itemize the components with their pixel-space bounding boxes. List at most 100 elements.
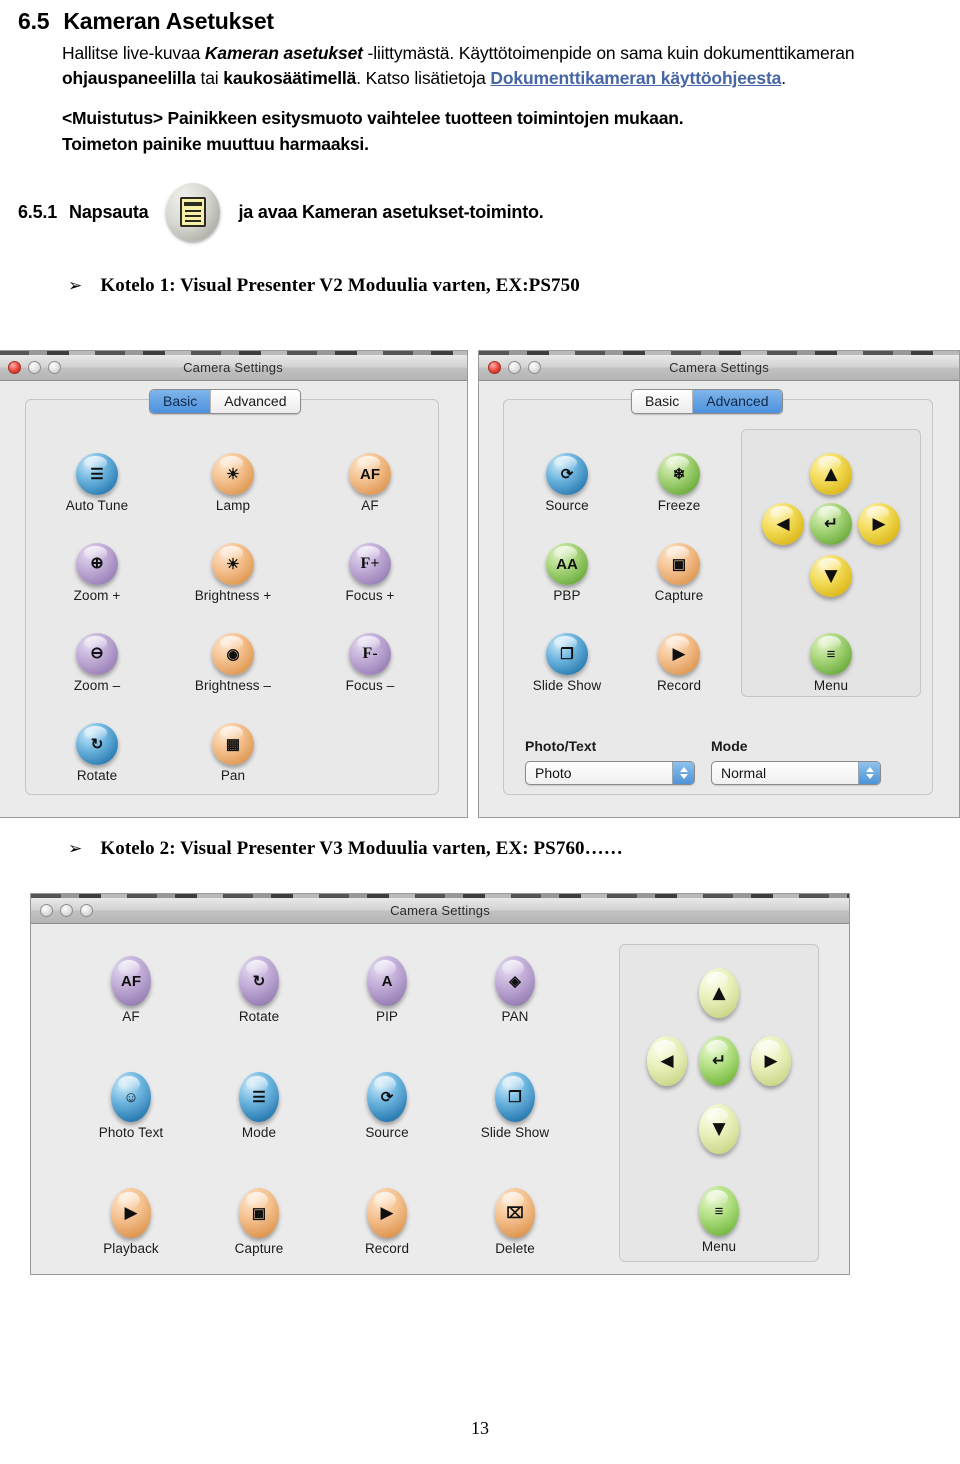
para-text-5: . xyxy=(781,68,786,88)
page-number: 13 xyxy=(471,1418,489,1438)
button-record[interactable]: ▶ Record xyxy=(327,1188,447,1256)
stepper-arrows-icon[interactable] xyxy=(858,762,880,784)
button-label: Auto Tune xyxy=(65,498,129,513)
button-menu[interactable]: ≡ Menu xyxy=(673,1186,765,1254)
capture-icon: ▣ xyxy=(658,543,700,585)
button-brightness-up[interactable]: ☀ Brightness + xyxy=(187,543,279,603)
window-titlebar[interactable]: Camera Settings xyxy=(0,355,467,381)
window-titlebar[interactable]: Camera Settings xyxy=(31,898,849,924)
focus-minus-icon: F- xyxy=(349,633,391,675)
tab-advanced[interactable]: Advanced xyxy=(692,390,782,413)
af-icon: AF xyxy=(349,453,391,495)
photo-text-label: Photo/Text xyxy=(525,738,597,754)
tab-advanced[interactable]: Advanced xyxy=(210,390,300,413)
tab-basic[interactable]: Basic xyxy=(632,390,693,413)
stepper-arrows-icon[interactable] xyxy=(672,762,694,784)
button-rotate[interactable]: ↻ Rotate xyxy=(51,723,143,783)
button-source[interactable]: ⟳ Source xyxy=(521,453,613,513)
camera-settings-window-v3[interactable]: Camera Settings AF AF ↻ Rotate A PIP ◈ P… xyxy=(30,893,850,1275)
rotate-icon: ↻ xyxy=(76,723,118,765)
pbp-icon: AA xyxy=(546,543,588,585)
source-icon: ⟳ xyxy=(546,453,588,495)
freeze-icon: ❄ xyxy=(658,453,700,495)
button-menu[interactable]: ≡ Menu xyxy=(785,633,877,693)
slide-show-icon: ❐ xyxy=(495,1072,535,1122)
button-brightness-down[interactable]: ◉ Brightness – xyxy=(187,633,279,693)
button-focus-plus[interactable]: F+ Focus + xyxy=(324,543,416,603)
photo-text-select[interactable]: Photo xyxy=(525,761,695,785)
button-keypad-down[interactable]: ▼ xyxy=(785,555,877,597)
button-capture[interactable]: ▣ Capture xyxy=(633,543,725,603)
window-titlebar[interactable]: Camera Settings xyxy=(479,355,959,381)
camera-settings-window-advanced[interactable]: Camera Settings Basic Advanced ⟳ Source … xyxy=(478,350,960,818)
button-delete[interactable]: ⌧ Delete xyxy=(455,1188,575,1256)
button-playback[interactable]: ▶ Playback xyxy=(71,1188,191,1256)
button-record[interactable]: ▶ Record xyxy=(633,633,725,693)
intro-paragraph: Hallitse live-kuvaa Kameran asetukset -l… xyxy=(62,41,942,91)
pan-icon: ▦ xyxy=(212,723,254,765)
tab-basic[interactable]: Basic xyxy=(150,390,211,413)
camera-settings-window-basic[interactable]: Camera Settings Basic Advanced ☰ Auto Tu… xyxy=(0,350,468,818)
button-pan[interactable]: ◈ PAN xyxy=(455,956,575,1024)
mode-select[interactable]: Normal xyxy=(711,761,881,785)
button-freeze[interactable]: ❄ Freeze xyxy=(633,453,725,513)
focus-plus-icon: F+ xyxy=(349,543,391,585)
button-slide-show[interactable]: ❐ Slide Show xyxy=(521,633,613,693)
tabs-advanced[interactable]: Basic Advanced xyxy=(631,389,783,414)
button-keypad-right[interactable]: ▶ xyxy=(833,503,925,545)
button-pan[interactable]: ▦ Pan xyxy=(187,723,279,783)
button-label: Mode xyxy=(241,1125,277,1140)
button-label: Delete xyxy=(495,1241,535,1256)
user-manual-link[interactable]: Dokumenttikameran käyttöohjeesta xyxy=(490,68,781,88)
zoom-in-icon: ⊕ xyxy=(76,543,118,585)
step-6-5-1: 6.5.1 Napsauta ja avaa Kameran asetukset… xyxy=(18,183,960,241)
button-zoom-out[interactable]: ⊖ Zoom – xyxy=(51,633,143,693)
zoom-out-icon: ⊖ xyxy=(76,633,118,675)
brightness-up-icon: ☀ xyxy=(212,543,254,585)
bullet-arrow-icon: ➢ xyxy=(68,276,83,296)
pan-icon: ◈ xyxy=(495,956,535,1006)
button-focus-minus[interactable]: F- Focus – xyxy=(324,633,416,693)
button-rotate[interactable]: ↻ Rotate xyxy=(199,956,319,1024)
button-pip[interactable]: A PIP xyxy=(327,956,447,1024)
window-title: Camera Settings xyxy=(390,903,490,918)
caption-case-1: ➢ Kotelo 1: Visual Presenter V2 Moduulia… xyxy=(68,275,960,297)
note-block: <Muistutus> Painikkeen esitysmuoto vaiht… xyxy=(62,105,942,157)
delete-icon: ⌧ xyxy=(495,1188,535,1238)
button-label: Rotate xyxy=(76,768,118,783)
button-keypad-right[interactable]: ▶ xyxy=(725,1036,817,1086)
button-keypad-up[interactable]: ▲ xyxy=(673,968,765,1018)
tabs-basic[interactable]: Basic Advanced xyxy=(149,389,301,414)
button-capture[interactable]: ▣ Capture xyxy=(199,1188,319,1256)
button-keypad-up[interactable]: ▲ xyxy=(785,453,877,495)
mode-icon: ☰ xyxy=(239,1072,279,1122)
button-af[interactable]: AF AF xyxy=(71,956,191,1024)
step-number: 6.5.1 xyxy=(18,201,58,222)
button-af[interactable]: AF AF xyxy=(324,453,416,513)
button-mode[interactable]: ☰ Mode xyxy=(199,1072,319,1140)
button-lamp[interactable]: ☀ Lamp xyxy=(187,453,279,513)
button-auto-tune[interactable]: ☰ Auto Tune xyxy=(51,453,143,513)
arrow-down-icon: ▼ xyxy=(699,1104,739,1154)
button-keypad-down[interactable]: ▼ xyxy=(673,1104,765,1154)
button-label: Record xyxy=(364,1241,410,1256)
note-line-2: Toimeton painike muuttuu harmaaksi. xyxy=(62,134,369,154)
button-zoom-in[interactable]: ⊕ Zoom + xyxy=(51,543,143,603)
button-label: Capture xyxy=(654,588,704,603)
pip-icon: A xyxy=(367,956,407,1006)
menu-icon: ≡ xyxy=(810,633,852,675)
para-bold-2: kaukosäätimellä xyxy=(223,68,357,88)
button-slide-show[interactable]: ❐ Slide Show xyxy=(455,1072,575,1140)
button-label: Pan xyxy=(220,768,246,783)
button-label: Lamp xyxy=(215,498,251,513)
button-source[interactable]: ⟳ Source xyxy=(327,1072,447,1140)
button-photo-text[interactable]: ☺ Photo Text xyxy=(71,1072,191,1140)
button-label: Source xyxy=(545,498,589,513)
button-pbp[interactable]: AA PBP xyxy=(521,543,613,603)
menu-document-icon xyxy=(166,183,221,241)
button-label: Brightness – xyxy=(194,678,272,693)
step-text-after: ja avaa Kameran asetukset-toiminto. xyxy=(238,201,544,222)
button-label: Photo Text xyxy=(98,1125,164,1140)
playback-icon: ▶ xyxy=(111,1188,151,1238)
button-label: Menu xyxy=(701,1239,737,1254)
